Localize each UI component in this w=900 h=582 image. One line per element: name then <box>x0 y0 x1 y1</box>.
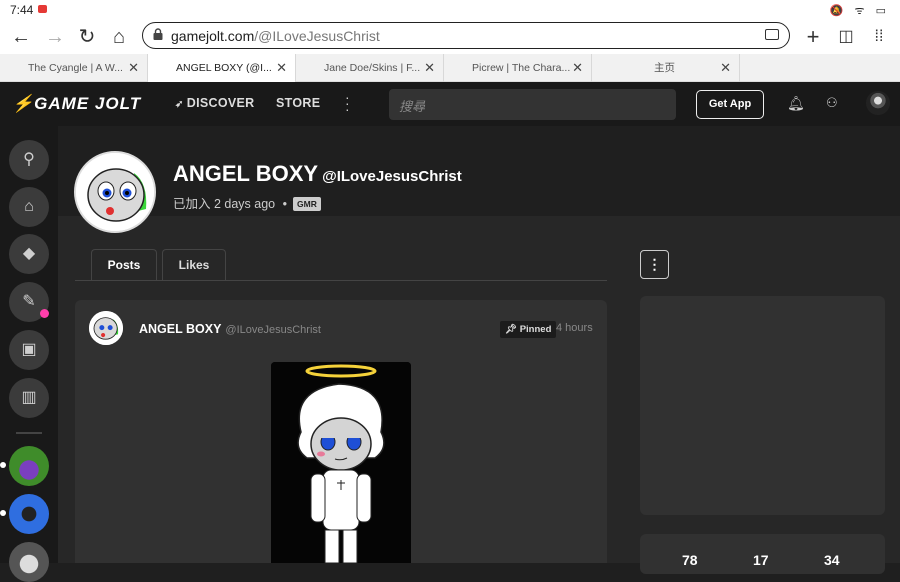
display-name-text: ANGEL BOXY <box>173 161 319 186</box>
stat-value[interactable]: 34 <box>824 552 840 568</box>
activity-icon: ⚲ <box>23 151 35 168</box>
stats-panel: 78 17 34 <box>640 534 885 574</box>
sidebar-activity-button[interactable]: ⚲ <box>9 140 49 180</box>
chat-icon: ▣ <box>21 341 37 358</box>
post-author-avatar[interactable] <box>89 311 123 345</box>
recording-icon <box>38 5 47 13</box>
post-timestamp[interactable]: 4 hours <box>556 322 593 334</box>
status-time: 7:44 <box>10 3 34 17</box>
home-icon[interactable]: ⌂ <box>106 24 132 50</box>
status-bar: 7:44 🔕 ᯤ ▭ <box>0 0 900 20</box>
post-card[interactable]: ANGEL BOXY @ILoveJesusChrist 📌︎ Pinned 4 … <box>75 300 607 563</box>
friends-icon[interactable]: ⚇ <box>826 95 838 111</box>
sidebar-toggle-icon[interactable]: ◫ <box>833 24 859 50</box>
avatar-art <box>89 311 123 345</box>
profile-page: ANGEL BOXY @ILoveJesusChrist 已加入 2 days a… <box>58 126 900 574</box>
shop-icon: ⌂ <box>24 198 34 215</box>
nav-discover[interactable]: ➶ DISCOVER <box>175 96 254 110</box>
tab-underline <box>75 280 607 281</box>
get-app-button[interactable]: Get App <box>696 90 764 119</box>
post-author-handle: @ILoveJesusChrist <box>225 324 321 336</box>
bolt-icon: ⚡ <box>12 94 35 113</box>
tab-title: The Cyangle | A W... <box>28 62 123 74</box>
more-vertical-icon[interactable]: · · · <box>345 90 353 116</box>
joined-text: 已加入 2 days ago <box>173 197 276 211</box>
browser-toolbar: ← → ↻ ⌂ gamejolt.com/@ILoveJesusChrist +… <box>0 20 900 54</box>
community-avatar[interactable] <box>9 542 49 582</box>
close-icon[interactable]: ✕ <box>128 54 139 82</box>
bell-icon[interactable]: 🔔︎ <box>787 95 805 112</box>
stat-value[interactable]: 78 <box>682 552 698 568</box>
post-author-name: ANGEL BOXY <box>139 322 222 336</box>
sidebar-divider <box>16 432 42 434</box>
tab-likes[interactable]: Likes <box>162 249 226 281</box>
stat-value[interactable]: 17 <box>753 552 769 568</box>
site-header: ⚡GAME JOLT ➶ DISCOVER STORE · · · 搜尋 Get A… <box>0 82 900 126</box>
profile-handle: @ILoveJesusChrist <box>322 168 462 185</box>
library-icon: ▥ <box>21 389 37 406</box>
sidebar-library-button[interactable]: ▥ <box>9 378 49 418</box>
unread-pip <box>0 510 6 516</box>
post-author[interactable]: ANGEL BOXY @ILoveJesusChrist <box>139 322 321 336</box>
url-text: gamejolt.com/@ILoveJesusChrist <box>171 28 380 44</box>
browser-tab[interactable]: Jane Doe/Skins | F... ✕ <box>296 54 444 82</box>
rocket-icon: ➶ <box>175 99 187 110</box>
post-image[interactable] <box>271 362 411 563</box>
tab-title: Picrew | The Chara... <box>472 62 571 74</box>
tab-posts[interactable]: Posts <box>91 249 157 281</box>
backpack-icon: ◆ <box>22 245 36 262</box>
nav-discover-label: DISCOVER <box>186 96 255 110</box>
pinned-badge: 📌︎ Pinned <box>500 321 557 338</box>
status-icons: 🔕 ᯤ ▭ <box>829 5 890 17</box>
sidebar-chat-button[interactable]: ▣ <box>9 330 49 370</box>
sidebar-quests-button[interactable]: ✎ <box>9 282 49 322</box>
close-icon[interactable]: ✕ <box>572 54 583 82</box>
user-avatar[interactable] <box>866 91 890 115</box>
new-tab-icon[interactable]: + <box>800 24 826 50</box>
profile-display-name: ANGEL BOXY @ILoveJesusChrist <box>173 161 462 187</box>
angel-drawing <box>271 362 411 563</box>
side-panel <box>640 296 885 515</box>
reload-icon[interactable]: ↻ <box>74 24 100 50</box>
tab-strip: The Cyangle | A W... ✕ ANGEL BOXY (@I... ✕… <box>0 54 900 82</box>
pin-icon: 📌︎ <box>505 324 518 335</box>
browser-tab[interactable]: The Cyangle | A W... ✕ <box>0 54 148 82</box>
logo-text: GAME JOLT <box>34 94 142 113</box>
close-icon[interactable]: ✕ <box>720 54 731 82</box>
lock-icon <box>153 28 163 40</box>
pinned-label: Pinned <box>519 324 552 335</box>
quest-icon: ✎ <box>22 293 36 310</box>
community-avatar[interactable] <box>0 446 49 486</box>
profile-more-button[interactable]: ⋮ <box>640 250 669 279</box>
tab-switch-icon[interactable] <box>765 29 779 40</box>
nav-store[interactable]: STORE <box>276 96 320 110</box>
notification-dot <box>40 309 49 318</box>
search-input[interactable]: 搜尋 <box>389 89 676 120</box>
close-icon[interactable]: ✕ <box>276 54 287 82</box>
browser-tab-active[interactable]: ANGEL BOXY (@I... ✕ <box>148 54 296 82</box>
forward-arrow-icon[interactable]: → <box>42 24 68 50</box>
gmr-badge: GMR <box>293 197 321 211</box>
sidebar-shop-button[interactable]: ⌂ <box>9 187 49 227</box>
browser-tab[interactable]: 主页 ✕ <box>592 54 740 82</box>
avatar-art <box>76 153 154 231</box>
close-icon[interactable]: ✕ <box>424 54 435 82</box>
address-bar[interactable]: gamejolt.com/@ILoveJesusChrist <box>142 22 790 49</box>
left-sidebar: ⚲ ⌂ ◆ ✎ ▣ ▥ <box>0 126 58 582</box>
back-arrow-icon[interactable]: ← <box>8 24 34 50</box>
sidebar-backpack-button[interactable]: ◆ <box>9 234 49 274</box>
gamejolt-logo[interactable]: ⚡GAME JOLT <box>12 94 141 114</box>
tab-title: Jane Doe/Skins | F... <box>324 62 421 74</box>
url-host: gamejolt.com <box>171 28 255 44</box>
tab-title: ANGEL BOXY (@I... <box>176 62 272 74</box>
profile-avatar[interactable] <box>74 151 156 233</box>
separator-dot: • <box>282 197 288 211</box>
url-path: /@ILoveJesusChrist <box>254 28 380 44</box>
browser-tab[interactable]: Picrew | The Chara... ✕ <box>444 54 592 82</box>
community-avatar[interactable] <box>0 494 49 534</box>
tab-title: 主页 <box>654 62 675 74</box>
profile-joined: 已加入 2 days ago • GMR <box>173 193 321 212</box>
menu-grid-icon[interactable]: ⁞⁞ <box>866 24 892 50</box>
unread-pip <box>0 462 6 468</box>
